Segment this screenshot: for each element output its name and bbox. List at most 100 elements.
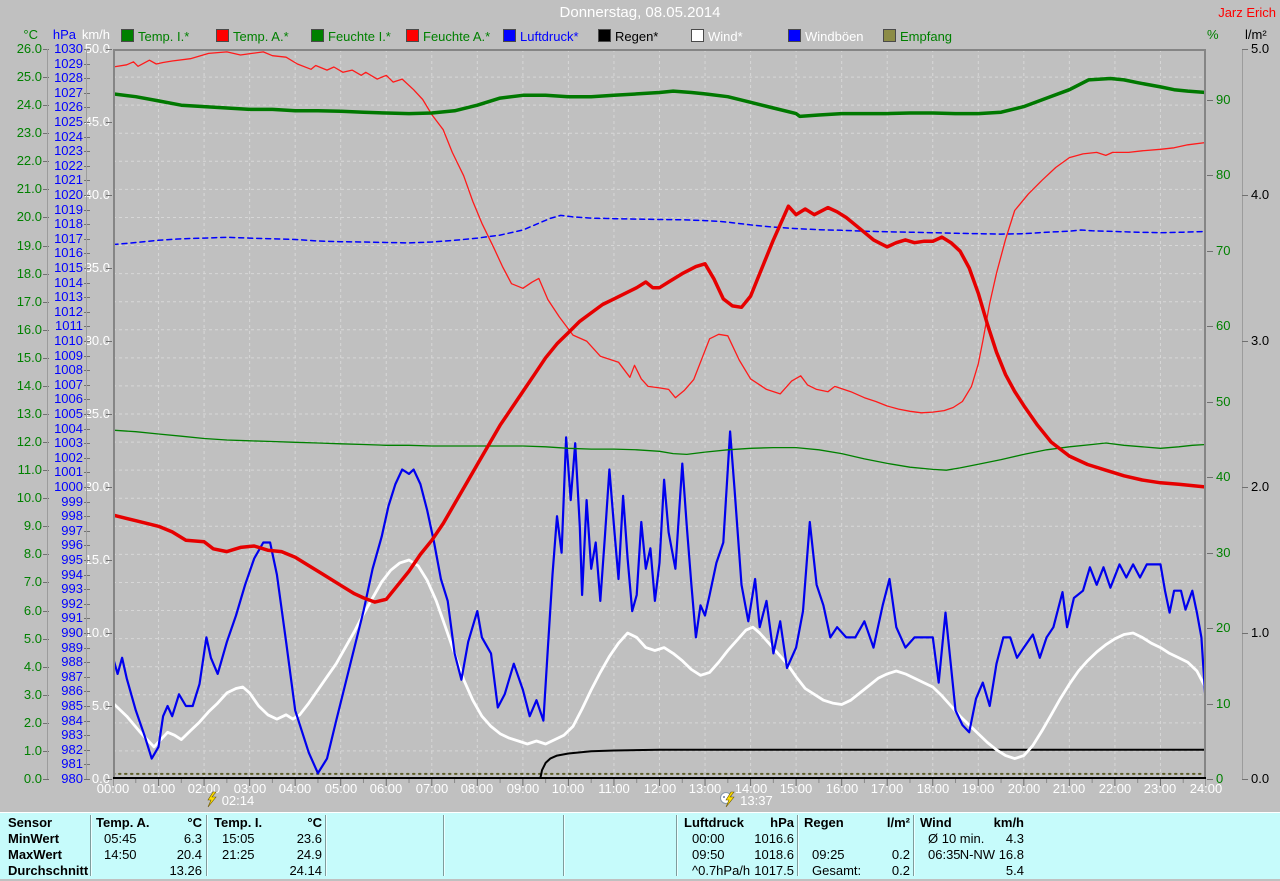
- y-axis-tick: [43, 526, 49, 527]
- y-axis-label: 1007: [54, 377, 83, 392]
- y-axis-label: 4.0: [1251, 187, 1270, 202]
- table-divider-highlight: [207, 815, 208, 876]
- table-divider-highlight: [444, 815, 445, 876]
- table-cell: 0.2: [891, 847, 910, 862]
- y-axis-label: 25.0: [84, 406, 110, 421]
- legend-swatch: [216, 29, 229, 42]
- y-axis-label: 90: [1216, 92, 1231, 107]
- y-axis-label: 10.0: [84, 625, 110, 640]
- legend-label: Wind*: [708, 29, 743, 44]
- y-axis-label: 2.0: [1251, 479, 1270, 494]
- legend-label: Regen*: [615, 29, 659, 44]
- y-axis-tick: [43, 49, 49, 50]
- y-axis-tick: [84, 516, 90, 517]
- y-axis-tick: [84, 137, 90, 138]
- legend-item-regen[interactable]: Regen*: [598, 29, 691, 44]
- storm-icon: [720, 791, 735, 808]
- y-axis-label: 45.0: [84, 114, 110, 129]
- legend-label: Temp. I.*: [138, 29, 190, 44]
- x-axis-label: 01:00: [142, 781, 176, 796]
- y-axis-tick: [1207, 704, 1213, 705]
- y-axis-label: 1011: [55, 318, 83, 333]
- y-axis-tick: [43, 582, 49, 583]
- axis-line: [86, 49, 87, 779]
- x-axis-label: 00:00: [96, 781, 130, 796]
- y-axis-label: 1027: [54, 85, 83, 100]
- y-axis-tick: [84, 618, 90, 619]
- y-axis-label: 1001: [54, 464, 83, 479]
- y-axis-tick: [84, 691, 90, 692]
- y-axis-label: 20.0: [84, 479, 110, 494]
- y-axis-label: 1022: [54, 158, 83, 173]
- y-axis-tick: [84, 49, 90, 50]
- legend-item-feuchtea[interactable]: Feuchte A.*: [406, 29, 499, 44]
- legend-label: Windböen: [805, 29, 864, 44]
- legend-swatch: [503, 29, 516, 42]
- axis-unit-percent: %: [1207, 27, 1219, 42]
- y-axis-label: 987: [61, 669, 83, 684]
- y-axis-label: 20: [1216, 620, 1231, 635]
- legend-swatch: [788, 29, 801, 42]
- y-axis-tick: [106, 779, 112, 780]
- x-axis-label: 23:00: [1143, 781, 1177, 796]
- y-axis-label: 1008: [54, 362, 83, 377]
- y-axis-label: 50: [1216, 394, 1231, 409]
- legend-item-empfang[interactable]: Empfang: [883, 29, 976, 44]
- y-axis-tick: [1242, 487, 1248, 488]
- table-divider-highlight: [91, 815, 92, 876]
- legend-item-feuchtei[interactable]: Feuchte I.*: [311, 29, 404, 44]
- marker-time-label: 13:37: [740, 793, 773, 808]
- y-axis-label: 60: [1216, 318, 1231, 333]
- table-cell: MinWert: [8, 831, 60, 846]
- legend-item-tempi[interactable]: Temp. I.*: [121, 29, 214, 44]
- x-axis-label: 20:00: [1007, 781, 1041, 796]
- y-axis-tick: [106, 195, 112, 196]
- y-axis-label: 1014: [54, 275, 83, 290]
- table-cell: 1016.6: [754, 831, 794, 846]
- y-axis-tick: [84, 764, 90, 765]
- y-axis-label: 998: [61, 508, 83, 523]
- legend-swatch: [406, 29, 419, 42]
- y-axis-label: 1012: [54, 304, 83, 319]
- y-axis-tick: [84, 735, 90, 736]
- y-axis-tick: [1207, 553, 1213, 554]
- y-axis-label: 1004: [54, 421, 83, 436]
- y-axis-label: 30: [1216, 545, 1231, 560]
- series-regen: [539, 748, 1206, 779]
- y-axis-tick: [1242, 779, 1248, 780]
- y-axis-label: 981: [61, 756, 83, 771]
- x-axis-label: 09:00: [506, 781, 540, 796]
- y-axis-tick: [106, 487, 112, 488]
- table-cell: N-NW 16.8: [959, 847, 1024, 862]
- y-axis-tick: [1207, 100, 1213, 101]
- y-axis-tick: [43, 386, 49, 387]
- y-axis-label: 999: [61, 494, 83, 509]
- lightning-icon: [207, 791, 217, 808]
- y-axis-label: 993: [61, 581, 83, 596]
- y-axis-label: 10: [1216, 696, 1231, 711]
- y-axis-label: 986: [61, 683, 83, 698]
- y-axis-label: 0.0: [1251, 771, 1270, 786]
- x-axis-label: 05:00: [324, 781, 358, 796]
- y-axis-tick: [84, 560, 90, 561]
- y-axis-label: 5.0: [1251, 41, 1270, 56]
- y-axis-tick: [84, 166, 90, 167]
- legend-item-tempa[interactable]: Temp. A.*: [216, 29, 309, 44]
- table-cell: 24.9: [296, 847, 322, 862]
- legend-item-luftdruck[interactable]: Luftdruck*: [503, 29, 596, 44]
- y-axis-tick: [43, 639, 49, 640]
- table-cell: km/h: [993, 815, 1024, 830]
- y-axis-tick: [43, 302, 49, 303]
- legend-item-windböen[interactable]: Windböen: [788, 29, 881, 44]
- y-axis-tick: [84, 779, 90, 780]
- y-axis-tick: [84, 312, 90, 313]
- y-axis-label: 992: [61, 596, 83, 611]
- table-cell: 20.4: [176, 847, 202, 862]
- legend-swatch: [598, 29, 611, 42]
- y-axis-tick: [84, 297, 90, 298]
- y-axis-tick: [1242, 195, 1248, 196]
- y-axis-tick: [84, 750, 90, 751]
- legend-item-wind[interactable]: Wind*: [691, 29, 784, 44]
- y-axis-tick: [84, 356, 90, 357]
- y-axis-label: 50.0: [84, 41, 110, 56]
